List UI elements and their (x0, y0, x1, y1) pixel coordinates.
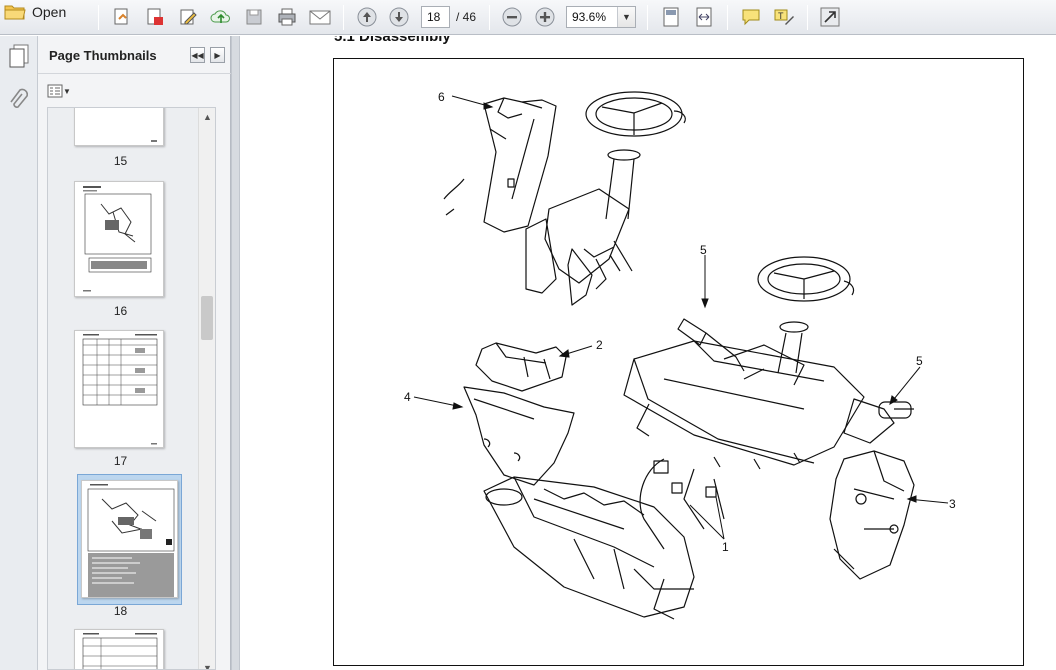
page-total: / 46 (456, 10, 477, 24)
print-icon[interactable] (274, 5, 300, 29)
fit-width-icon[interactable] (691, 5, 717, 29)
previous-page-icon[interactable] (354, 5, 380, 29)
panel-splitter[interactable] (231, 36, 240, 670)
open-button[interactable]: Open (0, 0, 80, 24)
zoom-in-icon[interactable] (532, 5, 558, 29)
thumbnail-label: 15 (113, 154, 128, 168)
thumbnail-label: 17 (113, 454, 128, 468)
comment-icon[interactable] (738, 5, 764, 29)
export-pdf-icon[interactable] (142, 5, 168, 29)
zoom-select[interactable]: 93.6% ▼ (566, 6, 636, 28)
callout-label: 2 (596, 338, 603, 352)
thumbnail-label: 18 (113, 604, 128, 618)
callout-label: 5 (700, 243, 707, 257)
chevron-down-icon[interactable]: ▼ (203, 663, 212, 669)
thumbnail-page-18[interactable] (81, 480, 178, 598)
thumbnails-panel: Page Thumbnails ◀◀ ▶ ▼ 15 16 17 18 ▲ ▼ (38, 36, 231, 670)
thumbnail-page-17[interactable] (74, 330, 164, 448)
chevron-down-icon: ▼ (63, 86, 71, 96)
email-icon[interactable] (307, 5, 333, 29)
callout-label: 1 (722, 540, 729, 554)
panel-header: Page Thumbnails ◀◀ ▶ (38, 36, 231, 74)
scroll-thumb[interactable] (201, 296, 213, 340)
expand-icon[interactable] (817, 5, 843, 29)
callout-label: 6 (438, 90, 445, 104)
thumbnail-list: 15 16 17 18 ▲ ▼ (47, 107, 216, 670)
collapse-panel-icon[interactable]: ◀◀ (190, 47, 205, 63)
folder-icon (4, 2, 26, 23)
callout-label: 5 (916, 354, 923, 368)
highlight-text-icon[interactable]: T (771, 5, 797, 29)
document-view: 5.1 Disassembly 6 5 2 5 4 3 1 (240, 36, 1056, 670)
panel-title: Page Thumbnails (49, 48, 157, 63)
disassembly-drawing: 6 5 2 5 4 3 1 (404, 90, 956, 620)
thumbnail-page-15[interactable] (74, 108, 164, 146)
thumbnail-page-16[interactable] (74, 181, 164, 297)
edit-document-icon[interactable] (175, 5, 201, 29)
fit-page-icon[interactable] (658, 5, 684, 29)
expand-panel-icon[interactable]: ▶ (210, 47, 225, 63)
chevron-down-icon[interactable]: ▼ (617, 7, 635, 27)
thumbnail-scrollbar[interactable]: ▲ ▼ (198, 108, 215, 669)
next-page-icon[interactable] (386, 5, 412, 29)
toolbar: Open 18 / 46 93.6% ▼ T (0, 0, 1056, 35)
zoom-value: 93.6% (572, 10, 607, 24)
thumbnail-label: 16 (113, 304, 128, 318)
thumbnail-page-19[interactable] (74, 629, 164, 669)
callout-label: 4 (404, 390, 411, 404)
navigation-rail (0, 36, 38, 670)
create-pdf-icon[interactable] (109, 5, 135, 29)
figure-frame: 6 5 2 5 4 3 1 213483 (333, 58, 1024, 666)
svg-text:T: T (778, 11, 784, 21)
page-number-input[interactable]: 18 (421, 6, 450, 28)
thumbnail-options-button[interactable]: ▼ (47, 83, 71, 99)
open-label: Open (32, 4, 67, 20)
zoom-out-icon[interactable] (499, 5, 525, 29)
attachment-icon[interactable] (8, 88, 29, 117)
pages-icon[interactable] (8, 44, 30, 75)
upload-cloud-icon[interactable] (208, 5, 234, 29)
chevron-up-icon[interactable]: ▲ (203, 112, 212, 122)
save-icon[interactable] (241, 5, 267, 29)
section-title: 5.1 Disassembly (334, 36, 451, 45)
callout-label: 3 (949, 497, 956, 511)
